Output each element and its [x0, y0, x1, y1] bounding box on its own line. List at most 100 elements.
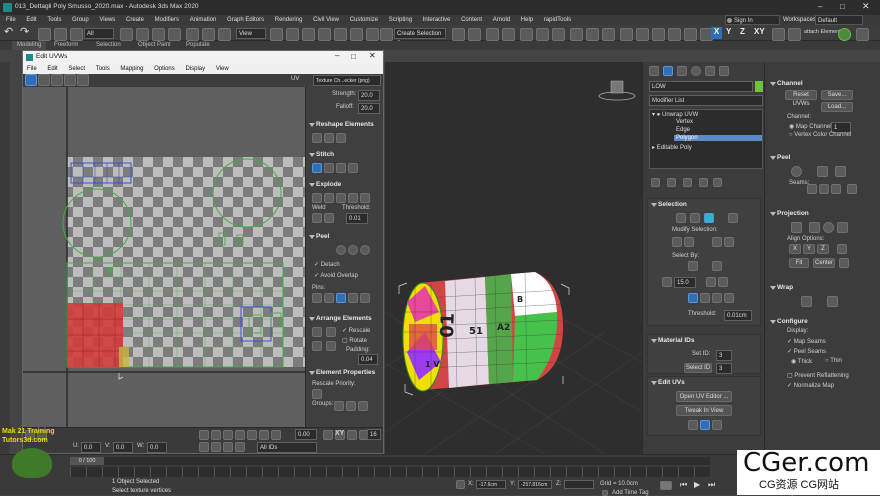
open-uv-editor-button[interactable]: Open UV Editor ...	[676, 391, 732, 402]
modifier-list-dropdown[interactable]: Modifier List	[649, 95, 763, 106]
rotate-icon[interactable]	[202, 28, 215, 41]
flatten-icon[interactable]	[336, 193, 346, 203]
window-crossing-icon[interactable]	[168, 28, 181, 41]
prevent-reflattening-checkbox[interactable]: ▢ Prevent Reflattening	[787, 372, 849, 379]
mirror-icon[interactable]	[452, 28, 465, 41]
unlink-icon[interactable]	[54, 28, 67, 41]
uv-menu-view[interactable]: View	[216, 64, 229, 74]
uv-canvas[interactable]	[23, 87, 305, 427]
uv-soft-select-icon[interactable]	[259, 430, 269, 440]
pelt-map-icon[interactable]	[817, 166, 828, 177]
load-button[interactable]: Load...	[821, 102, 853, 112]
peel-rollout-header[interactable]: Peel	[306, 231, 382, 243]
settings-icon[interactable]	[856, 28, 869, 41]
uv-v-field[interactable]: 0.0	[113, 442, 133, 453]
reset-align-icon[interactable]	[839, 258, 849, 268]
menu-create[interactable]: Create	[126, 15, 144, 25]
align-x-button[interactable]: X	[789, 244, 801, 254]
time-slider[interactable]: 0 / 100	[70, 457, 710, 465]
scale-icon[interactable]	[218, 28, 231, 41]
close-button[interactable]: ✕	[862, 1, 870, 12]
lscm-icon[interactable]	[835, 166, 846, 177]
spline-map-icon[interactable]	[801, 296, 812, 307]
uv-l-field[interactable]: 0.00	[295, 429, 317, 440]
snap-toggle-icon[interactable]	[788, 28, 801, 41]
menu-civil-view[interactable]: Civil View	[313, 15, 339, 25]
align-y-button[interactable]: Y	[803, 244, 815, 254]
planar-angle-field[interactable]: 15.0	[674, 277, 696, 288]
padding-field[interactable]: 0.04	[358, 354, 378, 365]
menu-rapidtools[interactable]: rapidTools	[544, 15, 571, 25]
menu-modifiers[interactable]: Modifiers	[155, 15, 179, 25]
maximize-button[interactable]: □	[840, 2, 845, 11]
pack-together-icon[interactable]	[326, 327, 336, 337]
menu-animation[interactable]: Animation	[190, 15, 217, 25]
select-manipulate-icon[interactable]	[286, 28, 299, 41]
rescale-checkbox[interactable]: ✓ Rescale	[342, 327, 370, 334]
straighten-icon[interactable]	[312, 133, 322, 143]
uv-rotate-icon[interactable]	[38, 74, 50, 86]
pack-custom-icon[interactable]	[312, 341, 322, 351]
motion-tab-icon[interactable]	[691, 66, 701, 76]
uv-mirror-icon[interactable]	[77, 74, 89, 86]
uv-menu-edit[interactable]: Edit	[47, 64, 57, 74]
explode-rollout-header[interactable]: Explode	[306, 179, 382, 191]
menu-file[interactable]: File	[6, 15, 16, 25]
explode-threshold-field[interactable]: 0.01	[346, 213, 368, 224]
group-select-icon[interactable]	[334, 401, 344, 411]
unpin-icon[interactable]	[324, 293, 334, 303]
goto-end-icon[interactable]: ⏭	[708, 480, 715, 490]
menu-scripting[interactable]: Scripting	[389, 15, 412, 25]
schematic-view-icon[interactable]	[536, 28, 549, 41]
uv-minimize-button[interactable]: –	[335, 51, 339, 60]
add-time-tag-icon[interactable]	[602, 490, 608, 496]
channel-rollout-header[interactable]: Channel	[767, 78, 879, 90]
relax-settings-icon[interactable]	[336, 133, 346, 143]
uv-grid-field[interactable]: 16	[367, 429, 381, 440]
attach-element-label[interactable]: attach Element	[804, 29, 841, 35]
redo-icon[interactable]: ↷	[20, 27, 33, 40]
stack-item-editable-poly[interactable]: ▸ Editable Poly	[652, 144, 692, 151]
uv-ids-dropdown[interactable]: All IDs	[257, 442, 317, 453]
menu-views[interactable]: Views	[99, 15, 115, 25]
select-x-icon[interactable]	[700, 293, 710, 303]
material-ids-header[interactable]: Material IDs	[648, 335, 760, 347]
move-icon[interactable]	[186, 28, 199, 41]
weld-selected-icon[interactable]	[312, 213, 322, 223]
uv-filter-icon[interactable]	[223, 442, 233, 452]
add-time-tag-label[interactable]: Add Time Tag	[612, 490, 649, 496]
auto-key-icon[interactable]	[660, 481, 672, 490]
map-seams-checkbox[interactable]: ✓ Map Seams	[787, 338, 826, 345]
stitch-target-icon[interactable]	[324, 163, 334, 173]
menu-tools[interactable]: Tools	[47, 15, 61, 25]
edge-select-icon[interactable]	[690, 213, 700, 223]
group-remove-icon[interactable]	[358, 401, 368, 411]
vertex-select-icon[interactable]	[676, 213, 686, 223]
goto-start-icon[interactable]: ⏮	[680, 480, 687, 490]
snaps-toggle-icon[interactable]	[318, 28, 331, 41]
quick-map-icon[interactable]	[700, 420, 710, 430]
uv-freeform-icon[interactable]	[64, 74, 76, 86]
select-by-element-icon[interactable]	[688, 261, 698, 271]
flatten-by-smoothing-icon[interactable]	[348, 193, 358, 203]
menu-rendering[interactable]: Rendering	[275, 15, 303, 25]
menu-graph-editors[interactable]: Graph Editors	[227, 15, 264, 25]
stitch-custom-icon[interactable]	[312, 163, 322, 173]
detach-edge-icon[interactable]	[324, 193, 334, 203]
unwrapped-cylinder-model[interactable]: 01 51 A2 B 1 V	[402, 272, 564, 392]
polygon-select-icon[interactable]	[704, 213, 714, 223]
uv-edge-mode-icon[interactable]	[223, 430, 233, 440]
uv-element-mode-icon[interactable]	[247, 430, 257, 440]
remove-modifier-icon[interactable]	[699, 178, 708, 187]
avoid-overlap-checkbox[interactable]: ✓ Avoid Overlap	[314, 272, 358, 279]
z-axis-button[interactable]: Z	[740, 27, 745, 36]
toggle-ribbon-icon[interactable]	[502, 28, 515, 41]
reset-uvws-button[interactable]: Reset UVWs	[785, 90, 817, 107]
bind-spacewarp-icon[interactable]	[70, 28, 83, 41]
constraint-icon[interactable]	[772, 28, 785, 41]
shrink-selection-icon[interactable]	[684, 237, 694, 247]
auto-pin-icon[interactable]	[336, 293, 346, 303]
strength-field[interactable]: 20.0	[358, 90, 380, 101]
peel-extra-header[interactable]: Peel	[767, 152, 879, 164]
element-select-icon[interactable]	[728, 213, 738, 223]
